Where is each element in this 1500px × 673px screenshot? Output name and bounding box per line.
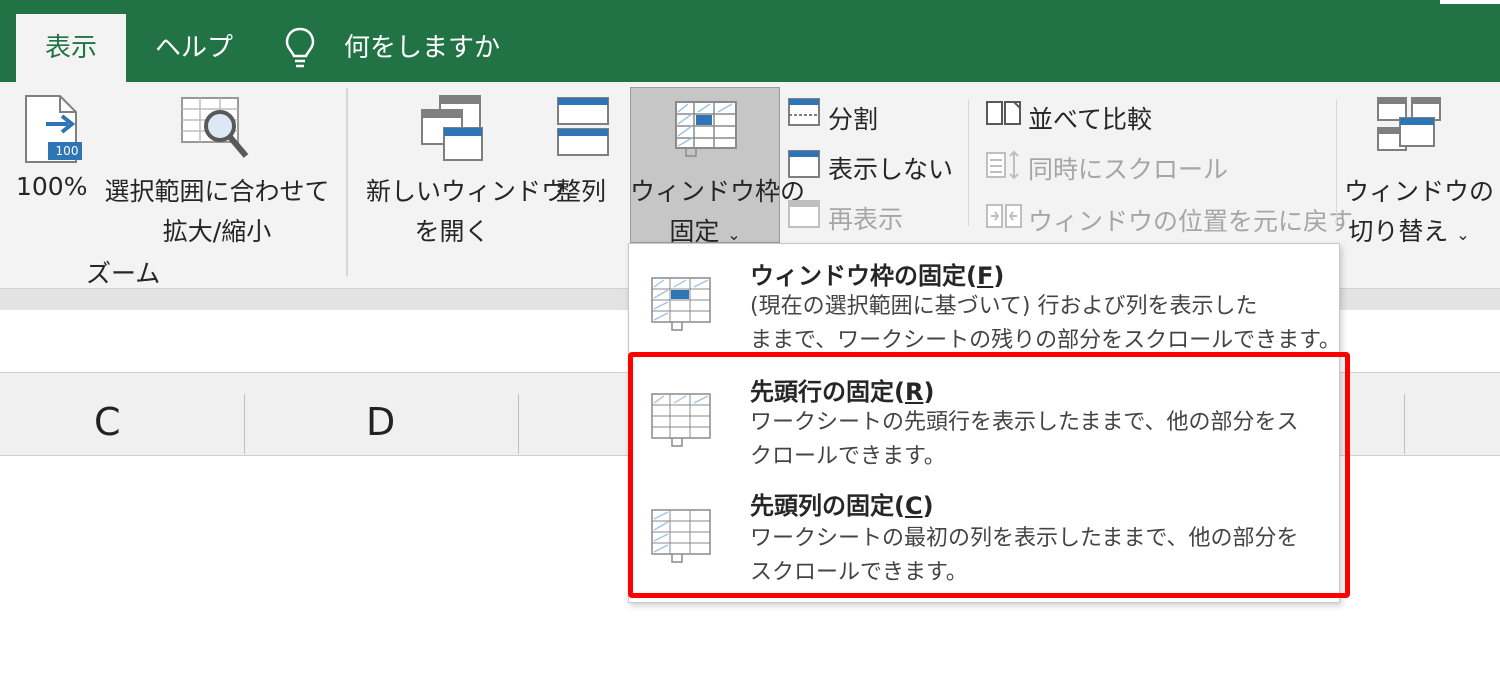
switch-windows-label-2: 切り替え [1348, 217, 1449, 246]
split-button[interactable]: 分割 [828, 100, 878, 136]
zoom-100-button[interactable]: 100% [16, 172, 87, 201]
reset-position-button: ウィンドウの位置を元に戻す [1028, 207, 1354, 236]
column-divider [518, 394, 519, 454]
zoom-group-label: ズーム [86, 259, 161, 288]
reset-position-icon [986, 202, 1022, 230]
arrange-all-button[interactable]: 整列 [556, 172, 606, 208]
tell-me-search[interactable]: 何をしますか [344, 14, 500, 82]
new-window-icon[interactable] [420, 94, 484, 162]
sync-scroll-icon [986, 150, 1022, 180]
zoom-selection-label-1: 選択範囲に合わせて [104, 177, 330, 206]
freeze-panes-label-2: 固定 [669, 217, 720, 246]
group-separator [346, 88, 348, 276]
freeze-panes-label-1: ウィンドウ枠の [630, 177, 806, 206]
side-by-side-button[interactable]: 並べて比較 [1028, 100, 1152, 136]
tab-help[interactable]: ヘルプ [155, 14, 233, 82]
new-window-button[interactable]: 新しいウィンドウ を開く [366, 172, 567, 248]
tab-view[interactable]: 表示 [16, 14, 126, 82]
switch-windows-label-1: ウィンドウの [1344, 177, 1495, 206]
side-by-side-icon[interactable] [986, 98, 1022, 126]
freeze-panes-label: ウィンドウ枠の 固定 ⌄ [630, 172, 806, 248]
separator [968, 100, 969, 226]
chevron-down-icon: ⌄ [1456, 225, 1470, 244]
window-edge [1440, 0, 1500, 4]
hide-window-icon[interactable] [788, 150, 820, 178]
highlight-box [628, 352, 1350, 598]
freeze-panes-item[interactable]: ウィンドウ枠の固定(F) [750, 256, 1004, 291]
zoom-selection-icon[interactable] [180, 96, 252, 162]
column-divider [1404, 394, 1405, 454]
unhide-window-icon [788, 200, 820, 228]
zoom-selection-button[interactable]: 選択範囲に合わせて 拡大/縮小 [104, 172, 330, 248]
new-window-label-2: を開く [414, 217, 490, 246]
sync-scroll-button: 同時にスクロール [1028, 155, 1229, 184]
unhide-window-button: 再表示 [828, 205, 904, 234]
column-header-c[interactable]: C [94, 400, 121, 444]
freeze-panes-item-close: ) [993, 262, 1005, 290]
zoom-selection-label-2: 拡大/縮小 [162, 217, 272, 246]
switch-windows-icon[interactable] [1376, 96, 1442, 158]
zoom-100-badge: 100 [55, 144, 79, 158]
freeze-panes-item-icon [650, 276, 712, 332]
freeze-panes-item-title: ウィンドウ枠の固定( [750, 262, 977, 290]
column-divider [244, 394, 245, 454]
arrange-all-icon[interactable] [556, 96, 610, 158]
hide-window-button[interactable]: 表示しない [828, 150, 953, 186]
chevron-down-icon: ⌄ [727, 225, 741, 244]
split-icon[interactable] [788, 98, 820, 126]
freeze-panes-icon [674, 100, 738, 158]
freeze-panes-item-key: F [976, 262, 994, 290]
new-window-label-1: 新しいウィンドウ [366, 177, 567, 206]
separator [1336, 100, 1337, 226]
switch-windows-button[interactable]: ウィンドウの 切り替え ⌄ [1344, 172, 1495, 248]
lightbulb-icon[interactable] [283, 26, 317, 70]
freeze-panes-item-desc-1: (現在の選択範囲に基づいて) 行および列を表示した [750, 294, 1258, 319]
column-header-d[interactable]: D [366, 400, 395, 444]
